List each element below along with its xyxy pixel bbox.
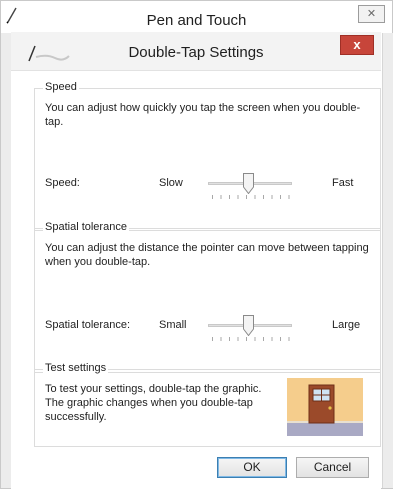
close-button[interactable]: x — [340, 35, 374, 55]
speed-slider-ticks — [212, 195, 290, 199]
spatial-tolerance-row-label: Spatial tolerance: — [45, 319, 130, 331]
spatial-tolerance-description: You can adjust the distance the pointer … — [45, 242, 369, 268]
spatial-tolerance-slider-thumb[interactable] — [243, 315, 254, 336]
spatial-tolerance-max-label: Large — [332, 319, 361, 331]
dialog-titlebar: Double-Tap Settings x — [11, 32, 381, 71]
speed-slider-thumb[interactable] — [243, 173, 254, 194]
speed-group: Speed You can adjust how quickly you tap… — [34, 81, 381, 231]
speed-max-label: Fast — [332, 177, 354, 189]
test-settings-description: To test your settings, double-tap the gr… — [45, 383, 262, 423]
speed-group-title: Speed — [43, 81, 79, 93]
speed-min-label: Slow — [159, 177, 183, 189]
outer-window-title: Pen and Touch — [146, 12, 247, 29]
speed-description: You can adjust how quickly you tap the s… — [45, 102, 361, 128]
test-settings-group: Test settings To test your settings, dou… — [34, 362, 381, 447]
ok-button[interactable]: OK — [217, 457, 287, 478]
door-graphic[interactable] — [287, 378, 363, 436]
outer-close-button[interactable]: ✕ — [358, 5, 385, 23]
spatial-tolerance-min-label: Small — [159, 319, 187, 331]
spatial-tolerance-slider-ticks — [212, 337, 290, 341]
outer-titlebar: Pen and Touch ✕ — [1, 1, 392, 33]
spatial-tolerance-group-title: Spatial tolerance — [43, 221, 129, 233]
spatial-tolerance-group: Spatial tolerance You can adjust the dis… — [34, 221, 381, 373]
double-tap-settings-dialog: Double-Tap Settings x Speed You can adju… — [11, 32, 381, 489]
test-settings-group-title: Test settings — [43, 362, 109, 374]
outer-right-frame — [382, 33, 393, 488]
dialog-title: Double-Tap Settings — [128, 44, 264, 61]
cancel-button[interactable]: Cancel — [296, 457, 369, 478]
speed-row-label: Speed: — [45, 177, 80, 189]
